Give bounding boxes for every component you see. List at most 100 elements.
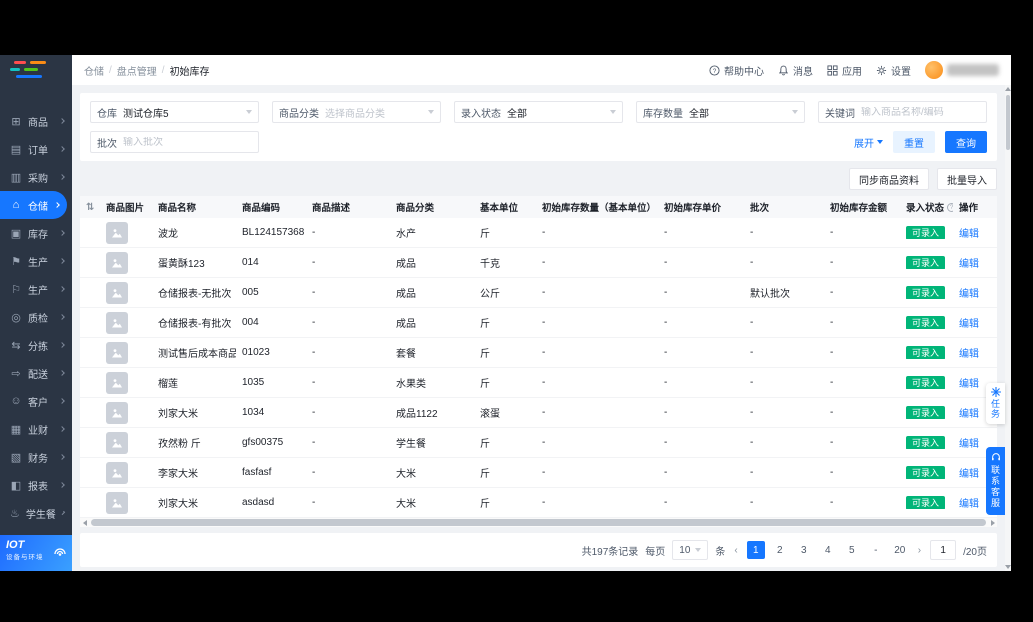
scroll-up-icon[interactable] — [1005, 85, 1011, 93]
reset-button[interactable]: 重置 — [893, 131, 935, 153]
stock-qty-select[interactable]: 库存数量 全部 — [636, 101, 805, 123]
query-button[interactable]: 查询 — [945, 131, 987, 153]
sidebar-item-label: 质检 — [28, 313, 48, 325]
table-actions-row: 同步商品资料 批量导入 — [80, 168, 997, 190]
edit-link[interactable]: 编辑 — [959, 379, 979, 390]
expand-filters-link[interactable]: 展开 — [854, 135, 883, 150]
status-badge: 可录入 — [906, 466, 946, 479]
sidebar-item[interactable]: ▥ 采购 — [0, 163, 72, 191]
sidebar-item-label: 配送 — [28, 369, 48, 381]
vertical-scrollbar-thumb[interactable] — [1006, 95, 1010, 150]
sidebar: ⊞ 商品 ▤ 订单 ▥ 采购 ⌂ 仓储 ▣ 库存 ⚑ 生产 ⚐ 生产 ◎ 质检 … — [0, 55, 72, 571]
base-unit: 斤 — [480, 469, 490, 480]
edit-link[interactable]: 编辑 — [959, 439, 979, 450]
table-row: 刘家大米 asdasd - 大米 斤 - - - - 可录入 编辑 — [80, 488, 997, 518]
breadcrumb-stocktake[interactable]: 盘点管理 — [117, 63, 157, 78]
product-category: 成品 — [396, 259, 416, 270]
sidebar-item[interactable]: ⌂ 仓储 — [0, 191, 67, 219]
sidebar-item[interactable]: ▦ 业财 — [0, 415, 72, 443]
user-account[interactable] — [925, 61, 999, 79]
sidebar-item[interactable]: ⇨ 配送 — [0, 359, 72, 387]
sidebar-item-icon: ⌂ — [12, 199, 20, 211]
iot-device-icon — [52, 543, 68, 564]
sidebar-item[interactable]: ◧ 报表 — [0, 471, 72, 499]
page-number[interactable]: 2 — [771, 541, 789, 559]
username-redacted — [947, 64, 999, 76]
entry-status-select[interactable]: 录入状态 全部 — [454, 101, 623, 123]
sync-products-button[interactable]: 同步商品资料 — [849, 168, 929, 190]
prev-page-button[interactable]: ‹ — [732, 545, 739, 556]
sidebar-item[interactable]: ⇆ 分拣 — [0, 331, 72, 359]
page-number[interactable]: 5 — [843, 541, 861, 559]
edit-link[interactable]: 编辑 — [959, 469, 979, 480]
initial-price: - — [664, 497, 668, 508]
batch-import-button[interactable]: 批量导入 — [937, 168, 997, 190]
page-number[interactable]: - — [867, 541, 885, 559]
sidebar-item[interactable]: ▤ 订单 — [0, 135, 72, 163]
page-number[interactable]: 4 — [819, 541, 837, 559]
batch-input[interactable] — [123, 136, 252, 148]
edit-link[interactable]: 编辑 — [959, 259, 979, 270]
product-image-cell — [100, 431, 152, 454]
page-number[interactable]: 20 — [891, 541, 909, 559]
category-label: 商品分类 — [279, 108, 319, 120]
iot-module-badge[interactable]: IOT 设备与环境 — [0, 535, 72, 571]
scroll-left-icon[interactable] — [80, 518, 89, 527]
sidebar-item[interactable]: ⚑ 生产 — [0, 247, 72, 275]
expand-all-icon[interactable]: ⇅ — [80, 202, 100, 213]
filter-panel: 仓库 测试仓库5 商品分类 选择商品分类 录入状态 全部 库存数量 全部 关键词… — [80, 93, 997, 161]
status-badge: 可录入 — [906, 376, 946, 389]
breadcrumb-warehouse[interactable]: 仓储 — [84, 63, 104, 78]
sidebar-item-icon: ◧ — [10, 479, 22, 492]
sidebar-item[interactable]: ◎ 质检 — [0, 303, 72, 331]
support-float-button[interactable]: 联系客服 — [986, 447, 1005, 515]
initial-qty: - — [542, 287, 546, 298]
product-code: 1034 — [242, 407, 265, 418]
status-badge: 可录入 — [906, 436, 946, 449]
edit-link[interactable]: 编辑 — [959, 319, 979, 330]
sidebar-item[interactable]: ♨ 学生餐 — [0, 499, 72, 527]
col-base-unit: 基本单位 — [480, 203, 519, 214]
warehouse-value: 测试仓库5 — [123, 108, 169, 120]
edit-link[interactable]: 编辑 — [959, 499, 979, 510]
edit-link[interactable]: 编辑 — [959, 409, 979, 420]
page-jump-input[interactable] — [930, 540, 957, 560]
sidebar-item[interactable]: ▣ 库存 — [0, 219, 72, 247]
task-float-button[interactable]: 任务 — [986, 383, 1005, 424]
scroll-right-icon[interactable] — [988, 518, 997, 527]
warehouse-select[interactable]: 仓库 测试仓库5 — [90, 101, 259, 123]
page-number[interactable]: 3 — [795, 541, 813, 559]
horizontal-scrollbar-thumb[interactable] — [91, 519, 986, 526]
scroll-down-icon[interactable] — [1005, 563, 1011, 571]
sidebar-item[interactable]: ⚐ 生产 — [0, 275, 72, 303]
table-row: 仓储报表-无批次 005 - 成品 公斤 - - 默认批次 - 可录入 编辑 — [80, 278, 997, 308]
apps-button[interactable]: 应用 — [827, 63, 862, 78]
edit-link[interactable]: 编辑 — [959, 289, 979, 300]
apps-grid-icon — [827, 64, 838, 76]
operation-cell: 编辑 — [953, 255, 997, 270]
keyword-input[interactable] — [861, 106, 980, 118]
product-code: asdasd — [242, 497, 275, 508]
edit-link[interactable]: 编辑 — [959, 349, 979, 360]
sidebar-item[interactable]: ☺ 客户 — [0, 387, 72, 415]
messages-button[interactable]: 消息 — [778, 63, 813, 78]
chevron-right-icon — [59, 258, 65, 264]
horizontal-scrollbar[interactable] — [80, 518, 997, 527]
page-number[interactable]: 1 — [746, 541, 765, 559]
initial-qty: - — [542, 257, 546, 268]
batch: - — [750, 347, 754, 358]
status-badge: 可录入 — [906, 346, 946, 359]
help-center-button[interactable]: ? 帮助中心 — [709, 63, 764, 78]
base-unit: 斤 — [480, 379, 490, 390]
settings-button[interactable]: 设置 — [876, 63, 911, 78]
next-page-button[interactable]: › — [916, 545, 923, 556]
vertical-scrollbar[interactable] — [1005, 85, 1011, 571]
initial-qty: - — [542, 377, 546, 388]
category-select[interactable]: 商品分类 选择商品分类 — [272, 101, 441, 123]
sidebar-item[interactable]: ▧ 财务 — [0, 443, 72, 471]
edit-link[interactable]: 编辑 — [959, 229, 979, 240]
sidebar-item[interactable]: ⊞ 商品 — [0, 107, 72, 135]
product-category: 成品1122 — [396, 409, 438, 420]
table-row: 刘家大米 1034 - 成品1122 滚蛋 - - - - 可录入 编辑 — [80, 398, 997, 428]
page-size-select[interactable]: 10 — [672, 540, 709, 560]
